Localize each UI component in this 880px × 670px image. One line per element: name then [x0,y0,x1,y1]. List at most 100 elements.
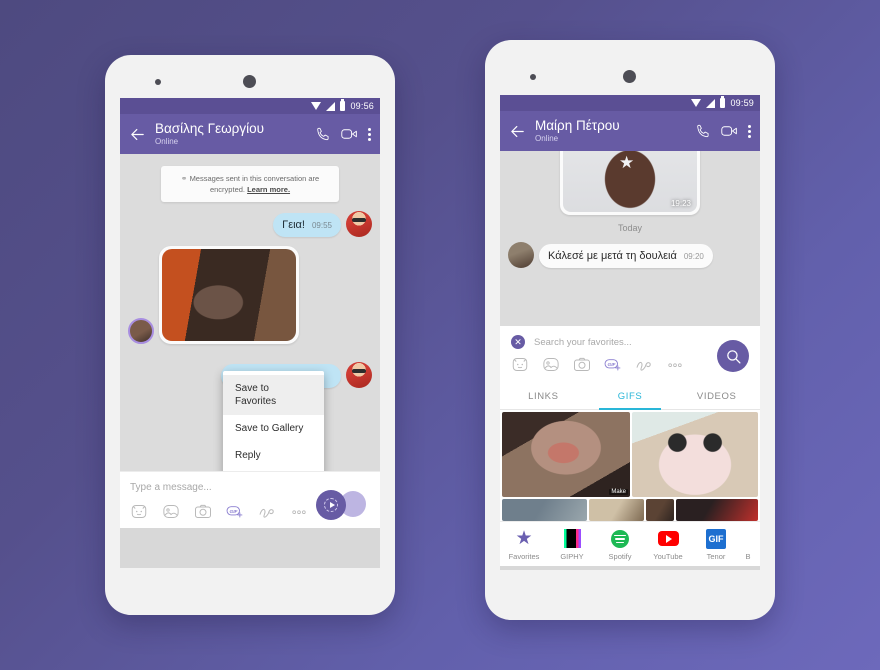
contact-info-right[interactable]: Μαίρη Πέτρου Online [535,118,686,144]
tab-gifs[interactable]: GIFS [587,383,674,410]
status-bar-left: 09:56 [120,98,380,114]
content-sources-bar: ★ Favorites GIPHY Spotify YouTube GIF Te… [500,521,760,566]
sticker-icon[interactable] [130,503,148,520]
gif-results-row-partial [500,497,760,521]
message-time: 09:20 [683,252,704,261]
source-youtube[interactable]: YouTube [644,528,692,561]
phone-icon[interactable] [695,123,712,139]
message-row-incoming: Κάλεσέ με μετά τη δουλειά 09:20 [500,242,760,268]
message-row-greeting: Γεια! 09:55 [120,211,380,237]
context-menu-item-copy[interactable]: Copy [223,469,324,471]
context-menu[interactable]: Save to Favorites Save to Gallery Reply … [223,371,324,471]
source-spotify[interactable]: Spotify [596,528,644,561]
gif-result-item[interactable] [646,499,674,521]
gif-result-item[interactable] [676,499,759,521]
chat-thread-right: ★ 19:23 Today Κάλεσέ με μετά τη δουλειά … [500,151,760,326]
source-tenor[interactable]: GIF Tenor [692,528,740,561]
message-bubble-incoming[interactable]: Κάλεσέ με μετά τη δουλειά 09:20 [539,244,713,268]
context-menu-item-save-to-favorites[interactable]: Save to Favorites [223,375,324,415]
send-button[interactable] [316,490,346,520]
context-menu-item-save-to-gallery[interactable]: Save to Gallery [223,415,324,442]
proximity-sensor-icon [530,74,536,80]
message-bubble-outgoing[interactable]: Γεια! 09:55 [273,213,341,237]
context-menu-item-reply[interactable]: Reply [223,442,324,469]
gif-result-item[interactable] [588,499,645,521]
screen-left: 09:56 Βασίλης Γεωργίου Online ⚭ Messages… [120,98,380,568]
contact-info-left[interactable]: Βασίλης Γεωργίου Online [155,121,306,147]
avatar [346,362,372,388]
doodle-icon[interactable] [635,356,653,373]
source-giphy[interactable]: GIPHY [548,528,596,561]
gif-thumbnail-gecko [632,412,758,497]
back-arrow-icon[interactable] [129,126,146,143]
photo-icon[interactable] [542,356,560,373]
photo-message-bubble[interactable]: ★ 19:23 [560,151,700,215]
image-message-bubble[interactable] [159,246,299,344]
wifi-icon [691,99,702,107]
gif-thumbnail[interactable] [162,249,296,341]
source-favorites[interactable]: ★ Favorites [500,528,548,561]
shield-lock-icon: ⚭ [180,174,188,183]
gif-icon[interactable]: GIF [604,356,622,373]
more-icon[interactable] [290,503,308,520]
app-bar-right: Μαίρη Πέτρου Online [500,111,760,151]
tenor-gif-icon: GIF [706,528,726,549]
learn-more-link[interactable]: Learn more. [247,185,290,194]
gif-icon[interactable]: GIF [226,503,244,520]
tab-videos[interactable]: VIDEOS [673,383,760,409]
proximity-sensor-icon [155,79,161,85]
contact-presence: Online [155,137,179,146]
message-time: 09:55 [311,221,332,230]
contact-presence: Online [535,134,559,143]
app-bar-actions-left [315,126,371,142]
camera-icon[interactable] [573,356,591,373]
screen-right: 09:59 Μαίρη Πέτρου Online ★ 19:23 Today … [500,95,760,570]
gif-result-item[interactable] [632,412,758,497]
kebab-menu-icon[interactable] [747,124,751,138]
camera-icon[interactable] [194,503,212,520]
gif-result-item[interactable]: Make [502,412,630,497]
battery-icon [720,96,726,108]
search-button[interactable] [717,340,749,372]
favorites-panel: ✕ Search your favorites... GIF LINKS GIF… [500,326,760,566]
star-icon: ★ [515,528,533,549]
tab-links[interactable]: LINKS [500,383,587,409]
signal-icon [706,98,716,108]
contact-name: Βασίλης Γεωργίου [155,121,264,136]
front-camera-icon [243,75,256,88]
youtube-icon [657,531,679,546]
clear-x-icon[interactable]: ✕ [511,335,525,349]
phone-icon[interactable] [315,126,332,142]
kebab-menu-icon[interactable] [367,127,371,141]
status-time: 09:59 [730,98,754,108]
favorites-tabs: LINKS GIFS VIDEOS [500,383,760,410]
sticker-icon[interactable] [511,356,529,373]
avatar [346,211,372,237]
gif-watermark: Make [609,489,628,495]
giphy-icon [563,529,581,548]
contact-name: Μαίρη Πέτρου [535,118,620,133]
video-camera-icon[interactable] [721,123,738,139]
doodle-icon[interactable] [258,503,276,520]
favorites-search-input[interactable]: Search your favorites... [534,337,632,348]
source-partial[interactable]: B [740,528,756,561]
source-label: YouTube [653,552,683,561]
svg-text:GIF: GIF [229,509,238,515]
message-text: Γεια! [282,219,305,231]
source-label: GIPHY [560,552,584,561]
video-camera-icon[interactable] [341,126,358,142]
day-separator: Today [617,223,643,233]
source-label: B [745,552,751,561]
photo-icon[interactable] [162,503,180,520]
spotify-icon [611,529,629,548]
back-arrow-icon[interactable] [509,123,526,140]
chat-thread-left: ⚭ Messages sent in this conversation are… [120,154,380,471]
message-composer-left: Type a message... GIF [120,471,380,528]
phone-right: 09:59 Μαίρη Πέτρου Online ★ 19:23 Today … [485,40,775,620]
signal-icon [326,101,336,111]
status-time: 09:56 [350,101,374,111]
favorites-search-row: ✕ Search your favorites... [500,326,760,372]
more-icon[interactable] [666,356,684,373]
gif-result-item[interactable] [502,499,587,521]
wifi-icon [311,102,322,110]
